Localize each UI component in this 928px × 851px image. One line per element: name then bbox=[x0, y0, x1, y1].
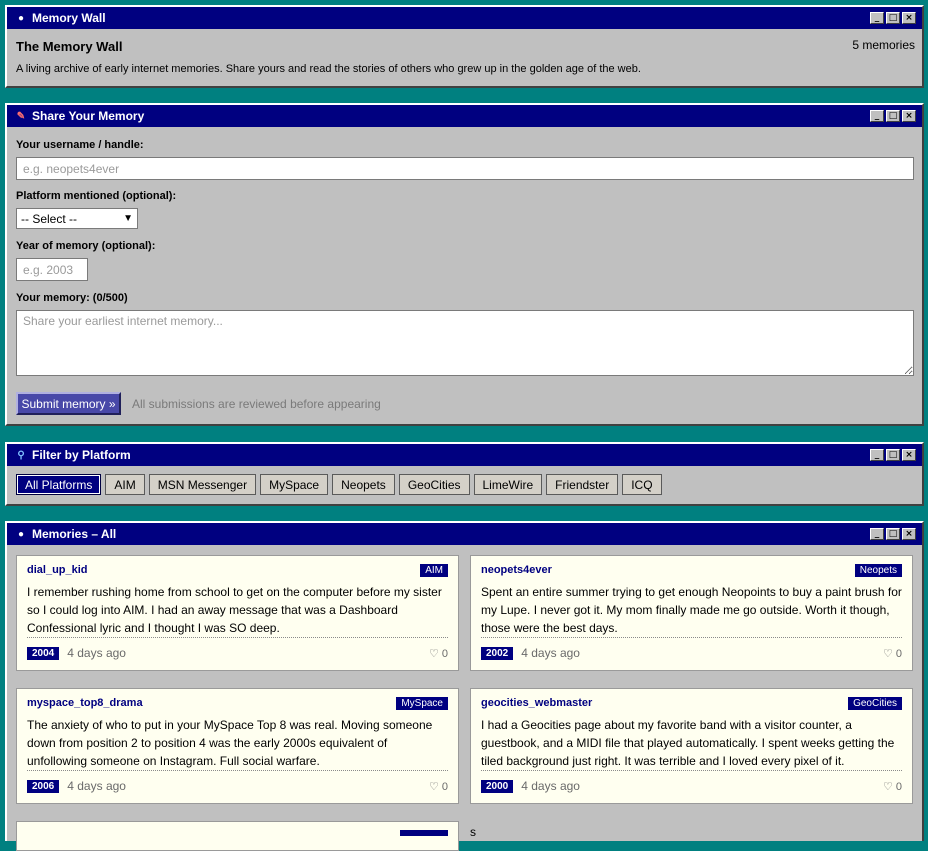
filter-geocities[interactable]: GeoCities bbox=[398, 474, 470, 495]
memory-wall-window: ● Memory Wall _ □ × The Memory Wall 5 me… bbox=[5, 5, 924, 88]
wall-description: A living archive of early internet memor… bbox=[16, 63, 641, 75]
window-title: Filter by Platform bbox=[32, 448, 131, 462]
speech-bubble-icon: ● bbox=[17, 528, 25, 540]
magnifier-icon: ⚲ bbox=[17, 449, 25, 461]
like-button[interactable]: ♡ 0 bbox=[429, 780, 448, 793]
platform-select-value: -- Select -- bbox=[21, 211, 78, 226]
memories-titlebar[interactable]: ● Memories – All _ □ × bbox=[7, 523, 922, 545]
memory-label: Your memory: (0/500) bbox=[16, 292, 128, 304]
platform-label: Platform mentioned (optional): bbox=[16, 190, 177, 202]
filter-msn-messenger[interactable]: MSN Messenger bbox=[148, 474, 257, 495]
window-title: Memory Wall bbox=[32, 11, 106, 25]
platform-select[interactable]: -- Select -- ▼ bbox=[16, 208, 138, 229]
timestamp: 4 days ago bbox=[67, 779, 126, 793]
page-title: The Memory Wall bbox=[16, 39, 123, 54]
memory-text: I had a Geocities page about my favorite… bbox=[481, 718, 895, 768]
close-button[interactable]: × bbox=[902, 12, 916, 24]
platform-tag: AIM bbox=[420, 564, 448, 577]
submit-memory-button[interactable]: Submit memory » bbox=[16, 392, 121, 415]
like-button[interactable]: ♡ 0 bbox=[429, 647, 448, 660]
share-memory-window: ✎ Share Your Memory _ □ × Your username … bbox=[5, 103, 924, 426]
timestamp: 4 days ago bbox=[521, 646, 580, 660]
timestamp: 4 days ago bbox=[521, 779, 580, 793]
filter-myspace[interactable]: MySpace bbox=[260, 474, 329, 495]
filter-all-platforms[interactable]: All Platforms bbox=[16, 474, 102, 495]
year-label: Year of memory (optional): bbox=[16, 240, 156, 252]
maximize-button[interactable]: □ bbox=[886, 110, 900, 122]
platform-tag: GeoCities bbox=[848, 697, 902, 710]
close-button[interactable]: × bbox=[902, 110, 916, 122]
platform-tag: Neopets bbox=[854, 564, 902, 577]
memory-count: 5 memories bbox=[852, 38, 915, 52]
year-badge: 2000 bbox=[481, 779, 514, 793]
platform-tag: MySpace bbox=[396, 697, 448, 710]
memory-username[interactable]: dial_up_kid bbox=[27, 564, 448, 576]
filter-neopets[interactable]: Neopets bbox=[332, 474, 395, 495]
username-label: Your username / handle: bbox=[16, 139, 144, 151]
minimize-button[interactable]: _ bbox=[870, 449, 884, 461]
minimize-button[interactable]: _ bbox=[870, 12, 884, 24]
timestamp: 4 days ago bbox=[67, 646, 126, 660]
pencil-icon: ✎ bbox=[16, 110, 26, 122]
review-note: All submissions are reviewed before appe… bbox=[132, 397, 381, 411]
speech-bubble-icon: ● bbox=[17, 12, 25, 24]
window-title: Memories – All bbox=[32, 527, 117, 541]
maximize-button[interactable]: □ bbox=[886, 12, 900, 24]
window-title: Share Your Memory bbox=[32, 109, 145, 123]
filter-limewire[interactable]: LimeWire bbox=[473, 474, 543, 495]
filter-friendster[interactable]: Friendster bbox=[546, 474, 619, 495]
memory-text: Spent an entire summer trying to get eno… bbox=[481, 585, 902, 635]
minimize-button[interactable]: _ bbox=[870, 110, 884, 122]
memory-username[interactable]: myspace_top8_drama bbox=[27, 697, 448, 709]
close-button[interactable]: × bbox=[902, 528, 916, 540]
username-input[interactable] bbox=[16, 157, 914, 180]
chevron-down-icon: ▼ bbox=[123, 213, 133, 224]
memory-card: neopets4ever Neopets Spent an entire sum… bbox=[470, 555, 913, 671]
memory-username[interactable]: neopets4ever bbox=[481, 564, 902, 576]
minimize-button[interactable]: _ bbox=[870, 528, 884, 540]
maximize-button[interactable]: □ bbox=[886, 528, 900, 540]
like-button[interactable]: ♡ 0 bbox=[883, 780, 902, 793]
close-button[interactable]: × bbox=[902, 449, 916, 461]
memory-card: dial_up_kid AIM I remember rushing home … bbox=[16, 555, 459, 671]
filter-aim[interactable]: AIM bbox=[105, 474, 145, 495]
like-button[interactable]: ♡ 0 bbox=[883, 647, 902, 660]
platform-filter-bar: All Platforms AIM MSN Messenger MySpace … bbox=[16, 474, 666, 495]
year-badge: 2006 bbox=[27, 779, 60, 793]
memory-card: geocities_webmaster GeoCities I had a Ge… bbox=[470, 688, 913, 804]
platform-tag bbox=[400, 830, 448, 836]
memory-text: The anxiety of who to put in your MySpac… bbox=[27, 718, 433, 768]
memory-card-partial bbox=[16, 821, 459, 851]
maximize-button[interactable]: □ bbox=[886, 449, 900, 461]
memory-card: myspace_top8_drama MySpace The anxiety o… bbox=[16, 688, 459, 804]
filter-icq[interactable]: ICQ bbox=[622, 474, 662, 495]
memory-textarea[interactable] bbox=[16, 310, 914, 376]
memory-username[interactable]: geocities_webmaster bbox=[481, 697, 902, 709]
memory-wall-titlebar[interactable]: ● Memory Wall _ □ × bbox=[7, 7, 922, 29]
share-memory-titlebar[interactable]: ✎ Share Your Memory _ □ × bbox=[7, 105, 922, 127]
year-input[interactable] bbox=[16, 258, 88, 281]
filter-window: ⚲ Filter by Platform _ □ × All Platforms… bbox=[5, 442, 924, 506]
year-badge: 2004 bbox=[27, 646, 60, 660]
filter-titlebar[interactable]: ⚲ Filter by Platform _ □ × bbox=[7, 444, 922, 466]
memory-text: I remember rushing home from school to g… bbox=[27, 585, 442, 635]
stray-text: s bbox=[470, 825, 476, 839]
memories-window: ● Memories – All _ □ × dial_up_kid AIM I… bbox=[5, 521, 924, 851]
year-badge: 2002 bbox=[481, 646, 514, 660]
